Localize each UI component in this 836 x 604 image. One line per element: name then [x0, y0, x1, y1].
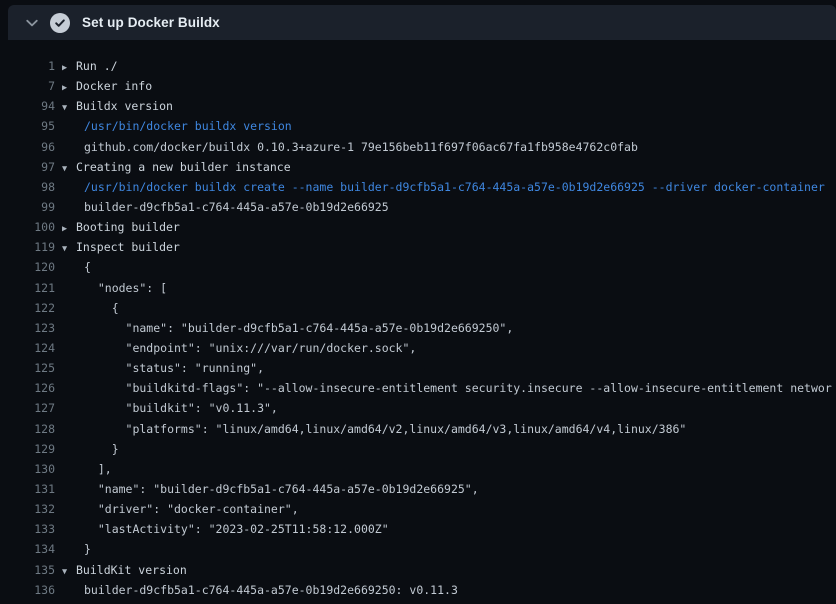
log-group-row[interactable]: 7 ▶Docker info — [0, 76, 836, 96]
output-text: } — [84, 539, 91, 559]
output-text: "endpoint": "unix:///var/run/docker.sock… — [84, 338, 416, 358]
triangle-down-icon[interactable]: ▼ — [62, 239, 76, 257]
line-number[interactable]: 129 — [0, 439, 55, 459]
output-text: "lastActivity": "2023-02-25T11:58:12.000… — [84, 519, 389, 539]
triangle-right-icon[interactable]: ▶ — [62, 78, 76, 96]
output-text: { — [84, 257, 91, 277]
line-number[interactable]: 1 — [0, 56, 55, 76]
log-group-row[interactable]: 97 ▼Creating a new builder instance — [0, 157, 836, 177]
line-number[interactable]: 124 — [0, 338, 55, 358]
output-text: builder-d9cfb5a1-c764-445a-a57e-0b19d2e6… — [84, 580, 458, 600]
triangle-down-icon[interactable]: ▼ — [62, 159, 76, 177]
output-text: github.com/docker/buildx 0.10.3+azure-1 … — [84, 137, 638, 157]
command-text: /usr/bin/docker buildx version — [84, 116, 292, 136]
log-viewer: 1▶Run ./7▶Docker info94▼Buildx version95… — [0, 40, 836, 604]
output-text: "platforms": "linux/amd64,linux/amd64/v2… — [84, 419, 686, 439]
log-row: 121 "nodes": [ — [0, 278, 836, 298]
line-number[interactable]: 132 — [0, 499, 55, 519]
triangle-right-icon[interactable]: ▶ — [62, 58, 76, 76]
group-label: Creating a new builder instance — [76, 157, 291, 177]
log-group-row[interactable]: 1 ▶Run ./ — [0, 56, 836, 76]
output-text: "name": "builder-d9cfb5a1-c764-445a-a57e… — [84, 479, 479, 499]
log-group-row[interactable]: 119 ▼Inspect builder — [0, 237, 836, 257]
line-number[interactable]: 128 — [0, 419, 55, 439]
line-number[interactable]: 123 — [0, 318, 55, 338]
line-number[interactable]: 131 — [0, 479, 55, 499]
output-text: "driver": "docker-container", — [84, 499, 299, 519]
output-text: "nodes": [ — [84, 278, 167, 298]
output-text: "buildkit": "v0.11.3", — [84, 398, 278, 418]
step-header[interactable]: Set up Docker Buildx — [8, 5, 836, 40]
output-text: "buildkitd-flags": "--allow-insecure-ent… — [84, 378, 832, 398]
line-number[interactable]: 100 — [0, 217, 55, 237]
check-circle-icon — [50, 13, 70, 33]
log-row: 134} — [0, 539, 836, 559]
line-number[interactable]: 136 — [0, 580, 55, 600]
line-number[interactable]: 99 — [0, 197, 55, 217]
line-number[interactable]: 96 — [0, 137, 55, 157]
group-label: Booting builder — [76, 217, 180, 237]
line-number[interactable]: 125 — [0, 358, 55, 378]
log-row: 96 github.com/docker/buildx 0.10.3+azure-… — [0, 137, 836, 157]
log-group-row[interactable]: 100 ▶Booting builder — [0, 217, 836, 237]
actions-log-page: Set up Docker Buildx 1▶Run ./7▶Docker in… — [0, 0, 836, 604]
group-label: BuildKit version — [76, 560, 187, 580]
output-text: "status": "running", — [84, 358, 264, 378]
log-row: 99 builder-d9cfb5a1-c764-445a-a57e-0b19d2… — [0, 197, 836, 217]
log-row: 130 ], — [0, 459, 836, 479]
output-text: { — [84, 298, 119, 318]
log-row: 133 "lastActivity": "2023-02-25T11:58:12… — [0, 519, 836, 539]
group-label: Buildx version — [76, 96, 173, 116]
line-number[interactable]: 119 — [0, 237, 55, 257]
line-number[interactable]: 97 — [0, 157, 55, 177]
log-group-row[interactable]: 94 ▼Buildx version — [0, 96, 836, 116]
line-number[interactable]: 134 — [0, 539, 55, 559]
log-row: 131 "name": "builder-d9cfb5a1-c764-445a-… — [0, 479, 836, 499]
line-number[interactable]: 135 — [0, 560, 55, 580]
log-row: 125 "status": "running", — [0, 358, 836, 378]
log-row: 124 "endpoint": "unix:///var/run/docker.… — [0, 338, 836, 358]
line-number[interactable]: 120 — [0, 257, 55, 277]
group-label: Run ./ — [76, 56, 118, 76]
log-row: 95/usr/bin/docker buildx version — [0, 116, 836, 136]
line-number[interactable]: 94 — [0, 96, 55, 116]
line-number[interactable]: 98 — [0, 177, 55, 197]
line-number[interactable]: 130 — [0, 459, 55, 479]
output-text: } — [84, 439, 119, 459]
log-row: 122 { — [0, 298, 836, 318]
line-number[interactable]: 133 — [0, 519, 55, 539]
output-text: "name": "builder-d9cfb5a1-c764-445a-a57e… — [84, 318, 513, 338]
log-row: 132 "driver": "docker-container", — [0, 499, 836, 519]
log-row: 123 "name": "builder-d9cfb5a1-c764-445a-… — [0, 318, 836, 338]
line-number[interactable]: 95 — [0, 116, 55, 136]
triangle-down-icon[interactable]: ▼ — [62, 562, 76, 580]
triangle-right-icon[interactable]: ▶ — [62, 219, 76, 237]
line-number[interactable]: 127 — [0, 398, 55, 418]
log-row: 120 { — [0, 257, 836, 277]
log-row: 127 "buildkit": "v0.11.3", — [0, 398, 836, 418]
log-row: 136 builder-d9cfb5a1-c764-445a-a57e-0b19d… — [0, 580, 836, 600]
line-number[interactable]: 126 — [0, 378, 55, 398]
output-text: builder-d9cfb5a1-c764-445a-a57e-0b19d2e6… — [84, 197, 389, 217]
triangle-down-icon[interactable]: ▼ — [62, 98, 76, 116]
log-row: 129 } — [0, 439, 836, 459]
line-number[interactable]: 122 — [0, 298, 55, 318]
log-row: 126 "buildkitd-flags": "--allow-insecure… — [0, 378, 836, 398]
line-number[interactable]: 7 — [0, 76, 55, 96]
output-text: ], — [84, 459, 112, 479]
group-label: Docker info — [76, 76, 152, 96]
step-title: Set up Docker Buildx — [82, 15, 220, 30]
chevron-down-icon[interactable] — [24, 15, 40, 31]
line-number[interactable]: 121 — [0, 278, 55, 298]
command-text: /usr/bin/docker buildx create --name bui… — [84, 177, 825, 197]
group-label: Inspect builder — [76, 237, 180, 257]
log-group-row[interactable]: 135 ▼BuildKit version — [0, 560, 836, 580]
log-row: 128 "platforms": "linux/amd64,linux/amd6… — [0, 419, 836, 439]
log-row: 98/usr/bin/docker buildx create --name b… — [0, 177, 836, 197]
